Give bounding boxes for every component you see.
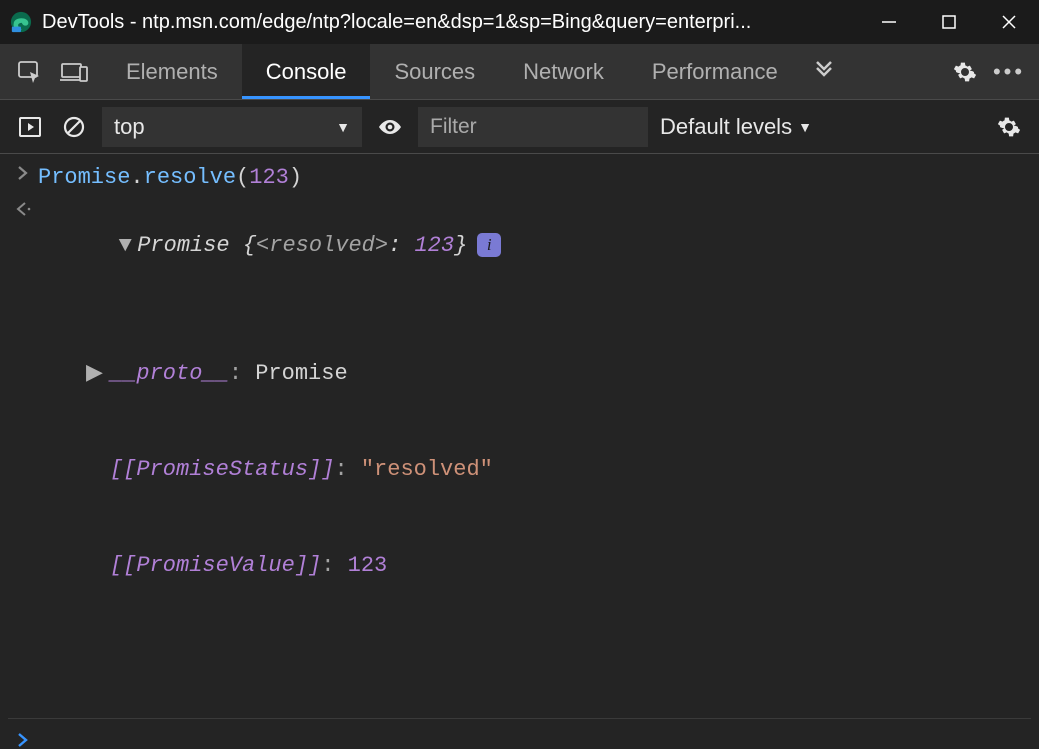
input-chevron-icon bbox=[8, 162, 38, 180]
tab-performance[interactable]: Performance bbox=[628, 44, 802, 99]
object-property-row[interactable]: [[PromiseStatus]]: "resolved" bbox=[86, 454, 1031, 486]
console-result-row[interactable]: ▼Promise {<resolved>: 123}i ▶__proto__: … bbox=[8, 196, 1031, 712]
tab-sources[interactable]: Sources bbox=[370, 44, 499, 99]
filter-input[interactable] bbox=[418, 107, 648, 147]
more-menu-icon[interactable]: ••• bbox=[987, 50, 1031, 94]
window-maximize-button[interactable] bbox=[919, 0, 979, 44]
console-settings-gear-icon[interactable] bbox=[987, 105, 1031, 149]
dropdown-triangle-icon: ▼ bbox=[336, 119, 350, 135]
expand-arrow-icon[interactable]: ▶ bbox=[86, 358, 110, 390]
edge-devtools-icon bbox=[10, 11, 32, 33]
live-expression-eye-icon[interactable] bbox=[368, 105, 412, 149]
object-property-row[interactable]: [[PromiseValue]]: 123 bbox=[86, 550, 1031, 582]
window-titlebar: DevTools - ntp.msn.com/edge/ntp?locale=e… bbox=[0, 0, 1039, 44]
more-tabs-chevron-icon[interactable] bbox=[802, 50, 846, 94]
expand-toggle-icon[interactable]: ▼ bbox=[117, 230, 133, 262]
toggle-sidebar-icon[interactable] bbox=[8, 105, 52, 149]
execution-context-value: top bbox=[114, 114, 145, 140]
dropdown-triangle-icon: ▼ bbox=[798, 119, 812, 135]
console-toolbar: top ▼ Default levels▼ bbox=[0, 100, 1039, 154]
settings-gear-icon[interactable] bbox=[943, 50, 987, 94]
panel-tabstrip: Elements Console Sources Network Perform… bbox=[0, 44, 1039, 100]
window-close-button[interactable] bbox=[979, 0, 1039, 44]
tab-elements[interactable]: Elements bbox=[102, 44, 242, 99]
device-toolbar-icon[interactable] bbox=[52, 50, 96, 94]
window-minimize-button[interactable] bbox=[859, 0, 919, 44]
window-title: DevTools - ntp.msn.com/edge/ntp?locale=e… bbox=[42, 11, 751, 34]
prompt-chevron-icon bbox=[8, 729, 38, 747]
console-input-row[interactable]: Promise.resolve(123) bbox=[8, 160, 1031, 196]
console-prompt-row[interactable] bbox=[8, 719, 1031, 749]
tab-network[interactable]: Network bbox=[499, 44, 628, 99]
log-levels-selector[interactable]: Default levels▼ bbox=[660, 114, 812, 140]
console-output: Promise.resolve(123) ▼Promise {<resolved… bbox=[0, 154, 1039, 749]
output-chevron-icon bbox=[8, 198, 38, 216]
info-badge-icon[interactable]: i bbox=[477, 233, 501, 257]
object-property-row[interactable]: ▶__proto__: Promise bbox=[86, 358, 1031, 390]
tab-console[interactable]: Console bbox=[242, 44, 371, 99]
clear-console-icon[interactable] bbox=[52, 105, 96, 149]
inspect-element-icon[interactable] bbox=[8, 50, 52, 94]
execution-context-selector[interactable]: top ▼ bbox=[102, 107, 362, 147]
